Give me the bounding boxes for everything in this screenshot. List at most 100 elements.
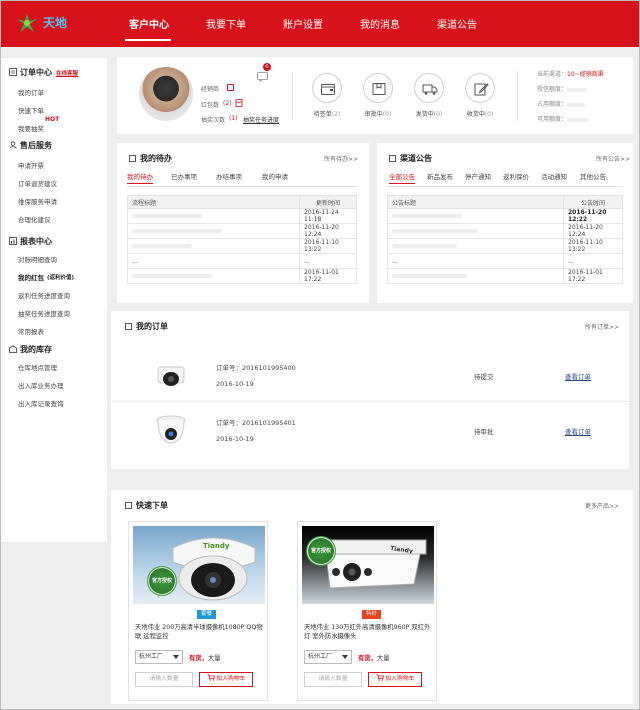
user-service-icon [9,141,17,149]
tab-my-requests[interactable]: 我的申请 [262,171,288,181]
product-card[interactable]: Tiandy 官方授权 特价 天地伟业 130万红外高清摄像机960P 双红外灯… [297,521,437,701]
sidebar-item-quick-order[interactable]: 快速下单 [18,105,44,115]
table-row[interactable]: ...... [127,253,357,269]
sidebar-item-common-reports[interactable]: 常用报表 [18,326,44,336]
row-divider [111,401,631,402]
sidebar-item-maintenance-request[interactable]: 维保服务申请 [18,196,57,206]
product-card[interactable]: Tiandy 官方授权 套餐 天地伟业 200万高清半球摄像机1080P QQ物… [128,521,268,701]
red-envelope-icon[interactable] [235,99,243,107]
tab-divider [127,186,357,187]
tab-all-notices[interactable]: 全部公告 [389,171,415,184]
sidebar-item-apply-invoice[interactable]: 申请开票 [18,160,44,170]
message-icon[interactable] [257,71,268,82]
wallet-icon [321,84,335,95]
lottery-count-label: 抽奖次数 [201,117,226,124]
product-name[interactable]: 天地伟业 130万红外高清摄像机960P 双红外灯 室外防水摄像头 [304,623,432,641]
user-card-icon[interactable] [227,84,234,91]
special-price-badge: 特价 [362,610,382,619]
table-row[interactable]: 2016-11-20 12:24 [387,223,623,239]
red-envelope-note: (返利价值) [47,275,75,281]
sidebar-group-inventory[interactable]: 我的库存 [9,344,52,355]
divider [292,71,293,121]
sidebar-group-reports[interactable]: 报表中心 [9,236,52,247]
tab-events[interactable]: 活动通知 [541,171,567,181]
all-orders-link[interactable]: 所有订单>> [585,322,619,331]
product-image[interactable]: Tiandy 官方授权 [133,526,265,604]
online-service-link[interactable]: 在线客服 [56,69,78,77]
product-image[interactable]: Tiandy 官方授权 [302,526,434,604]
sidebar-item-return-suggestion[interactable]: 订单退货建议 [18,178,57,188]
table-row[interactable]: 2016-11-10 13:22 [127,238,357,254]
nav-customer-center[interactable]: 客户中心 [129,16,169,31]
view-order-link[interactable]: 查看订单 [565,371,591,381]
product-name[interactable]: 天地伟业 200万高清半球摄像机1080P QQ物联 远程监控 [135,623,263,641]
all-notice-link[interactable]: 所有公告>> [596,154,630,163]
table-row[interactable]: 2016-11-24 11:18 [127,208,357,224]
nav-place-order[interactable]: 我要下单 [206,16,246,31]
lottery-progress-link[interactable]: 抽奖任务进度 [243,115,279,124]
sidebar-item-suggestion[interactable]: 合理化建议 [18,214,51,224]
order-row[interactable]: 订单号：2016101995400 2016-10-19 待提交 查看订单 [111,353,631,403]
brand-logo[interactable]: 天地 [13,9,83,39]
add-to-cart-button[interactable]: 加入购物车 [199,672,253,687]
table-row[interactable]: 2016-11-20 12:22 [387,208,623,224]
tab-my-todo[interactable]: 我的待办 [127,171,153,184]
top-navigation-bar: 天地 客户中心 我要下单 账户设置 我的消息 渠道公告 [1,1,639,47]
col-notice-title: 公告标题 [387,195,564,209]
tab-closed[interactable]: 办结事项 [216,171,242,181]
user-avatar[interactable] [139,67,193,121]
sidebar-group-title: 售后服务 [20,141,52,150]
sidebar-item-my-red-envelope[interactable]: 我的红包 [18,272,44,282]
tab-done[interactable]: 已办事项 [171,171,197,181]
table-row[interactable]: 2016-11-20 12:24 [127,223,357,239]
quantity-input[interactable]: 请输入数量 [135,672,193,687]
todo-title: 我的待办 [129,153,172,164]
tab-other[interactable]: 其他公告 [580,171,606,181]
sidebar-item-lottery-progress[interactable]: 抽奖任务进度查询 [18,308,70,318]
table-row[interactable]: 2016-11-01 17:22 [127,268,357,284]
sidebar-item-stock-inout[interactable]: 出入库业务办理 [18,380,64,390]
tab-new-products[interactable]: 新品发布 [427,171,453,181]
add-to-cart-button[interactable]: 加入购物车 [368,672,422,687]
table-row[interactable]: 2016-11-01 17:22 [387,268,623,284]
sidebar-item-lottery[interactable]: 我要抽奖 [18,123,44,133]
tab-rebate[interactable]: 返利保价 [503,171,529,181]
order-row[interactable]: 订单号：2016101995401 2016-10-19 待审批 查看订单 [111,408,631,458]
table-row[interactable]: ...... [387,253,623,269]
approving-button[interactable] [363,73,393,103]
more-products-link[interactable]: 更多产品>> [585,501,619,510]
sidebar-item-stock-records[interactable]: 出入库记录查询 [18,398,64,408]
hot-badge: HOT [45,116,60,123]
sidebar-item-rebate-progress[interactable]: 返利任务进度查询 [18,290,70,300]
sidebar-group-order-center[interactable]: 订单中心 [9,67,52,78]
warehouse-select[interactable]: 杭州工厂 [304,650,352,664]
sidebar-item-warehouse-locations[interactable]: 仓库地点管理 [18,362,57,372]
pending-sign-button[interactable] [312,73,342,103]
nav-channel-notice[interactable]: 渠道公告 [437,16,477,31]
warehouse-select[interactable]: 杭州工厂 [135,650,183,664]
col-process-title: 流程标题 [127,195,300,209]
sidebar-group-after-sales[interactable]: 售后服务 [9,140,52,151]
shipping-button[interactable] [414,73,444,103]
edit-icon [474,83,489,96]
order-number: 订单号：2016101995400 [216,364,296,372]
sidebar-group-title: 订单中心 [20,68,52,77]
sidebar-item-my-orders[interactable]: 我的订单 [18,87,44,97]
official-seal-icon: 官方授权 [147,566,177,596]
nav-my-messages[interactable]: 我的消息 [360,16,400,31]
dome-camera-image: Tiandy [172,537,256,601]
notice-icon [389,155,396,162]
tab-discontinued[interactable]: 停产通知 [465,171,491,181]
nav-account-settings[interactable]: 账户设置 [283,16,323,31]
quantity-input[interactable]: 请输入数量 [304,672,362,687]
camera-product-icon [156,415,186,444]
sidebar-item-statement-query[interactable]: 对账明细查询 [18,254,57,264]
order-status: 待提交 [474,373,494,381]
all-todo-link[interactable]: 所有待办>> [324,154,358,163]
current-channel: 当前渠道：10~经销商渠 [537,71,604,78]
view-order-link[interactable]: 查看订单 [565,426,591,436]
tab-divider [387,186,623,187]
camera-product-icon [157,366,185,386]
table-row[interactable]: 2016-11-10 13:22 [387,238,623,254]
receiving-button[interactable] [465,73,495,103]
